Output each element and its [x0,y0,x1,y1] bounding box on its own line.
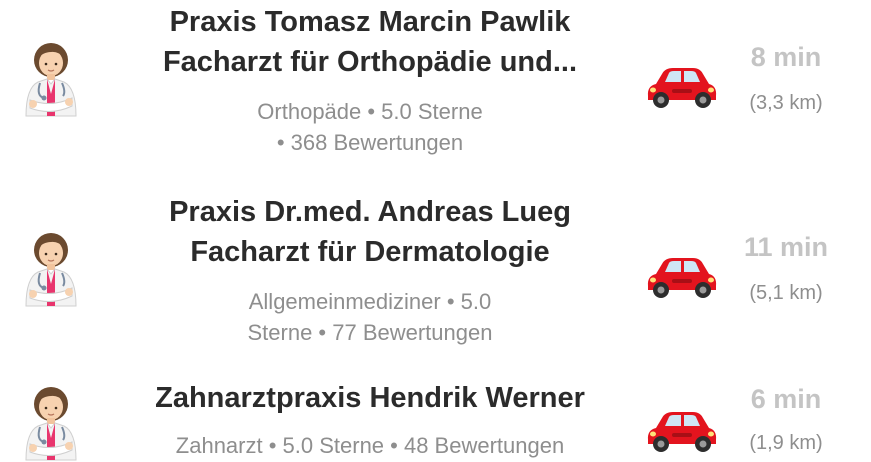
doctor-icon [18,382,84,462]
practice-specialty: Facharzt für Orthopädie und... [162,46,578,78]
practice-meta: Zahnarzt • 5.0 Sterne • 48 Bewertungen [175,433,565,458]
result-item-2[interactable]: Praxis Dr.med. Andreas Lueg Facharzt für… [0,190,871,350]
practice-name: Zahnarztpraxis Hendrik Werner [155,382,585,414]
doctor-icon [18,38,84,118]
car-icon [644,406,720,456]
practice-meta-cont: • 368 Bewertungen [276,130,464,155]
travel-distance: (5,1 km) [749,282,823,304]
practice-meta-cont: Sterne • 77 Bewertungen [247,320,493,345]
travel-time: 11 min [743,232,829,262]
result-info: Praxis Tomasz Marcin Pawlik Facharzt für… [112,4,628,158]
practice-meta: Orthopäde • 5.0 Sterne [257,99,483,124]
result-info: Praxis Dr.med. Andreas Lueg Facharzt für… [112,194,628,348]
travel-time: 8 min [750,42,822,72]
result-info: Zahnarztpraxis Hendrik Werner Zahnarzt •… [112,380,628,461]
result-item-3[interactable]: Zahnarztpraxis Hendrik Werner Zahnarzt •… [0,376,871,460]
practice-name: Praxis Tomasz Marcin Pawlik [169,6,571,38]
car-icon [644,252,720,302]
doctor-icon [18,228,84,308]
travel-time: 6 min [750,384,822,414]
travel-distance: (1,9 km) [749,432,823,454]
practice-meta: Allgemeinmediziner • 5.0 [248,289,492,314]
practice-name: Praxis Dr.med. Andreas Lueg [169,196,571,228]
travel-distance: (3,3 km) [749,92,823,114]
result-item-1[interactable]: Praxis Tomasz Marcin Pawlik Facharzt für… [0,0,871,160]
car-icon [644,62,720,112]
practice-specialty: Facharzt für Dermatologie [190,236,550,268]
